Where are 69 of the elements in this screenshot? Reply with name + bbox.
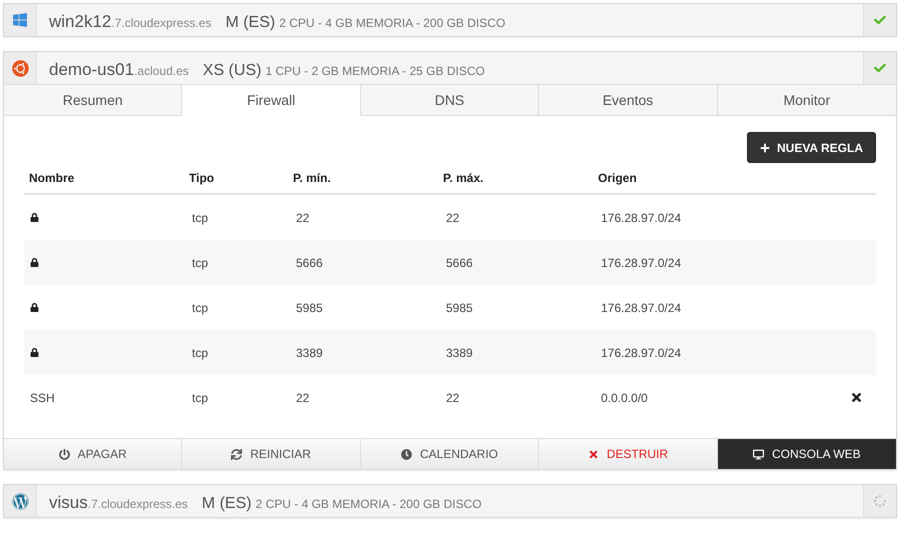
- server-plan: M (ES): [202, 495, 252, 513]
- server-domain: .7.cloudexpress.es: [88, 497, 188, 511]
- wordpress-logo-icon: [12, 492, 28, 510]
- tab[interactable]: DNS: [360, 84, 540, 116]
- table-cell-text: 5985: [295, 300, 324, 314]
- table-cell-text: 3389: [445, 346, 474, 360]
- table-cell-text: 3389: [295, 346, 324, 360]
- server-domain: .acloud.es: [134, 64, 189, 78]
- table-cell-text: 22: [295, 210, 310, 224]
- server-header[interactable]: demo-us01.acloud.es XS (US) 1 CPU - 2 GB MEMORIA - 25 GB DISCO: [4, 52, 896, 84]
- table-cell-text: 22: [445, 390, 460, 404]
- server-name: win2k12: [49, 12, 112, 32]
- close-icon: [588, 448, 599, 460]
- server-plan: XS (US): [202, 62, 262, 80]
- table-cell-text: tcp: [191, 346, 210, 360]
- tab[interactable]: Eventos: [539, 84, 718, 116]
- table-cell-text: 5666: [445, 256, 474, 270]
- lock-icon: [30, 348, 39, 356]
- tab[interactable]: Resumen: [4, 84, 182, 116]
- server-plan: M (ES): [225, 14, 276, 32]
- action-button[interactable]: REINICIAR: [182, 439, 361, 469]
- tab[interactable]: Monitor: [718, 84, 896, 116]
- new-rule-button[interactable]: NUEVA REGLA: [746, 132, 876, 163]
- column-header: Tipo: [188, 171, 216, 185]
- windows-logo-icon: [12, 12, 28, 28]
- table-cell-text: 5985: [445, 300, 474, 314]
- monitor-icon: [752, 448, 764, 460]
- refresh-icon: [231, 448, 242, 460]
- server-domain: .7.cloudexpress.es: [111, 16, 212, 30]
- lock-icon: [30, 258, 39, 266]
- table-cell-text: tcp: [191, 300, 210, 314]
- check-icon: [874, 14, 886, 26]
- table-cell-text: 176.28.97.0/24: [600, 210, 682, 224]
- table-cell-text: 22: [295, 390, 310, 404]
- action-button[interactable]: CONSOLA WEB: [718, 439, 896, 469]
- column-header: P. máx.: [442, 171, 484, 185]
- column-header: Nombre: [28, 171, 76, 185]
- server-specs: 2 CPU - 4 GB MEMORIA - 200 GB DISCO: [279, 16, 506, 30]
- table-cell-text: 22: [445, 210, 460, 224]
- action-button[interactable]: CALENDARIO: [360, 439, 540, 469]
- table-cell-text: tcp: [191, 256, 210, 270]
- tab[interactable]: Firewall: [182, 84, 361, 116]
- power-icon: [58, 448, 70, 460]
- server-specs: 1 CPU - 2 GB MEMORIA - 25 GB DISCO: [265, 64, 485, 78]
- spinner-icon: [874, 495, 886, 507]
- server-header[interactable]: win2k12.7.cloudexpress.es M (ES) 2 CPU - 4 GB MEMORIA - 200 GB DISCO: [4, 4, 896, 36]
- server-specs: 2 CPU - 4 GB MEMORIA - 200 GB DISCO: [256, 497, 482, 511]
- server-header[interactable]: visus.7.cloudexpress.es M (ES) 2 CPU - 4 GB MEMORIA - 200 GB DISCO: [4, 485, 896, 517]
- table-cell-text: 176.28.97.0/24: [600, 256, 682, 270]
- check-icon: [874, 62, 886, 74]
- column-header: P. mín.: [292, 171, 332, 185]
- server-name: visus: [49, 493, 88, 513]
- column-header: Origen: [597, 171, 638, 185]
- table-cell-text: 176.28.97.0/24: [600, 346, 682, 360]
- server-name: demo-us01: [49, 60, 134, 80]
- table-cell: SSH: [30, 390, 55, 404]
- lock-icon: [30, 302, 39, 312]
- ubuntu-logo-icon: [12, 60, 28, 76]
- table-cell-text: tcp: [191, 390, 210, 404]
- table-cell-text: 5666: [295, 256, 324, 270]
- action-button[interactable]: DESTRUIR: [539, 439, 718, 469]
- clock-icon: [400, 448, 412, 460]
- table-cell-text: 0.0.0.0/0: [600, 390, 649, 404]
- action-button[interactable]: APAGAR: [4, 439, 182, 469]
- lock-icon: [30, 212, 39, 222]
- plus-icon: [760, 142, 770, 152]
- delete-button[interactable]: [850, 391, 862, 404]
- table-cell-text: 176.28.97.0/24: [600, 300, 682, 314]
- table-cell-text: tcp: [191, 210, 210, 224]
